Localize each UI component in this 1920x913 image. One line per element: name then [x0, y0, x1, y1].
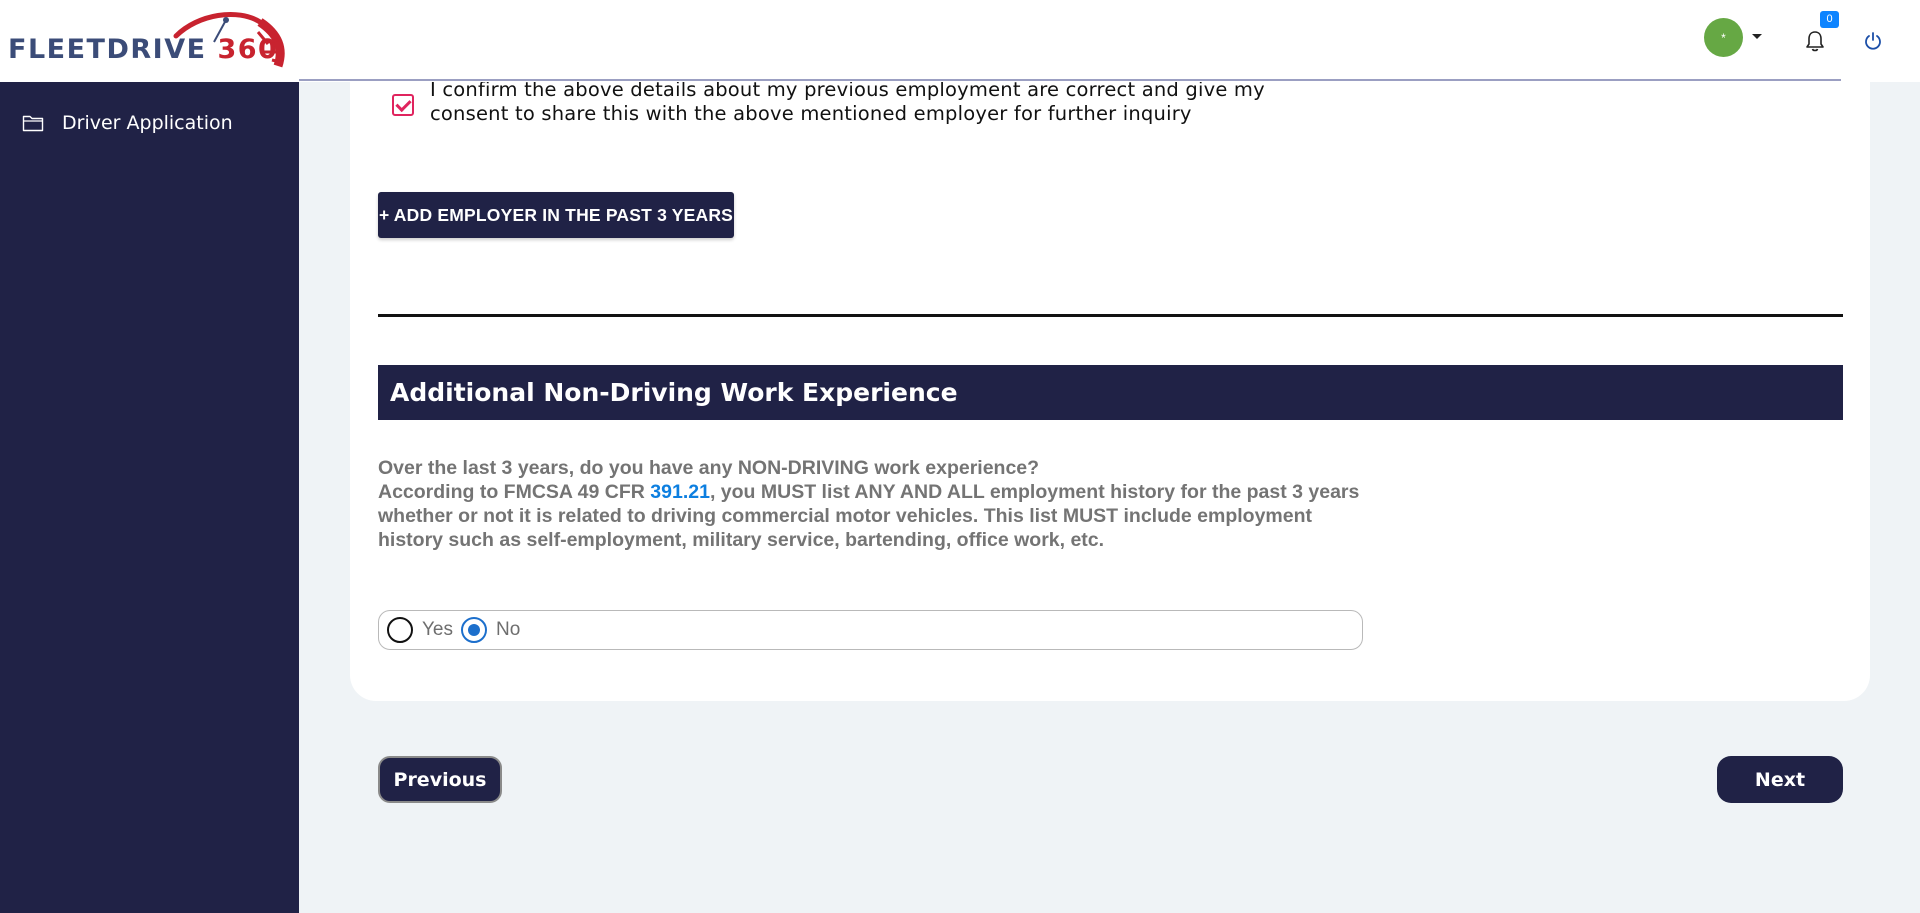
top-header: FLEETDRIVE 360 * 0 [0, 0, 1920, 82]
add-employer-button[interactable]: + ADD EMPLOYER IN THE PAST 3 YEARS [378, 192, 734, 238]
sidebar-item-driver-application[interactable]: Driver Application [0, 102, 299, 144]
consent-label: I confirm the above details about my pre… [430, 78, 1265, 125]
sidebar: Driver Application [0, 82, 299, 913]
cfr-link[interactable]: 391.21 [650, 481, 710, 503]
radio-no[interactable] [461, 617, 487, 643]
user-avatar[interactable]: * [1704, 18, 1743, 57]
question-text-pre: According to FMCSA 49 CFR [378, 481, 651, 503]
radio-no-label: No [496, 619, 521, 640]
radio-option-yes[interactable]: Yes [387, 617, 453, 643]
sidebar-item-label: Driver Application [62, 112, 233, 134]
consent-row: I confirm the above details about my pre… [392, 78, 1292, 126]
section-divider [378, 314, 1843, 317]
fleetdrive-logo[interactable]: FLEETDRIVE 360 [8, 8, 298, 72]
question-line-2: According to FMCSA 49 CFR 391.21, you MU… [378, 480, 1378, 552]
consent-checkbox[interactable] [392, 94, 414, 116]
section-title: Additional Non-Driving Work Experience [390, 378, 958, 407]
chevron-down-icon[interactable] [1752, 34, 1762, 39]
power-icon[interactable] [1863, 31, 1883, 51]
header-divider [299, 79, 1841, 81]
next-button[interactable]: Next [1717, 756, 1843, 803]
bell-icon[interactable] [1805, 30, 1825, 52]
non-driving-radio-group: Yes No [378, 610, 1363, 650]
question-line-1: Over the last 3 years, do you have any N… [378, 457, 1040, 479]
radio-yes[interactable] [387, 617, 413, 643]
previous-button[interactable]: Previous [378, 756, 502, 803]
notification-badge: 0 [1820, 11, 1839, 28]
radio-option-no[interactable]: No [461, 617, 520, 643]
radio-yes-label: Yes [422, 619, 453, 640]
section-header: Additional Non-Driving Work Experience [378, 365, 1843, 420]
speedometer-icon [173, 12, 285, 68]
folder-icon [22, 115, 44, 132]
non-driving-question: Over the last 3 years, do you have any N… [378, 456, 1378, 552]
avatar-initial: * [1721, 30, 1726, 45]
